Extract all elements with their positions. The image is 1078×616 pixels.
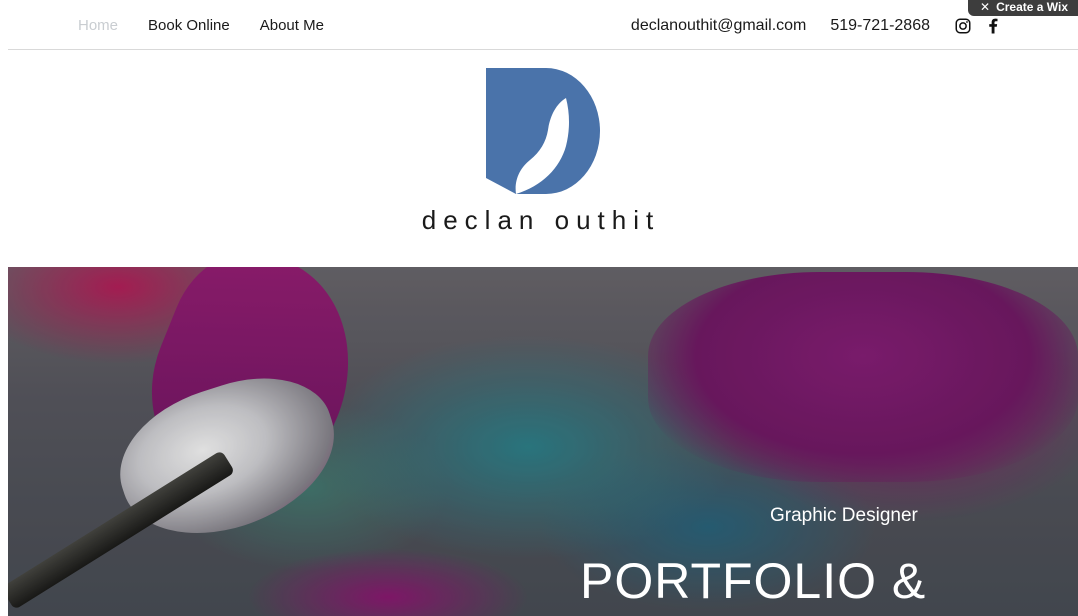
brand-logo[interactable] [486,68,600,194]
contact-info: declanouthit@gmail.com 519-721-2868 [631,17,930,35]
contact-phone: 519-721-2868 [830,17,930,34]
brand-name: declan outhit [421,205,661,235]
social-links [954,17,1002,35]
header-divider [8,49,1078,50]
nav-item-about-me[interactable]: About Me [260,17,324,34]
nav-item-book-online[interactable]: Book Online [148,17,230,34]
contact-email: declanouthit@gmail.com [630,17,807,34]
instagram-icon[interactable] [954,17,972,35]
main-navigation: Home Book Online About Me [78,17,324,34]
nav-item-home[interactable]: Home [78,17,118,34]
hero-title: PORTFOLIO & [580,553,927,609]
facebook-icon[interactable] [984,17,1002,35]
hero-subtitle: Graphic Designer [770,505,918,526]
site-header: Home Book Online About Me declanouthit@g… [0,0,1078,50]
